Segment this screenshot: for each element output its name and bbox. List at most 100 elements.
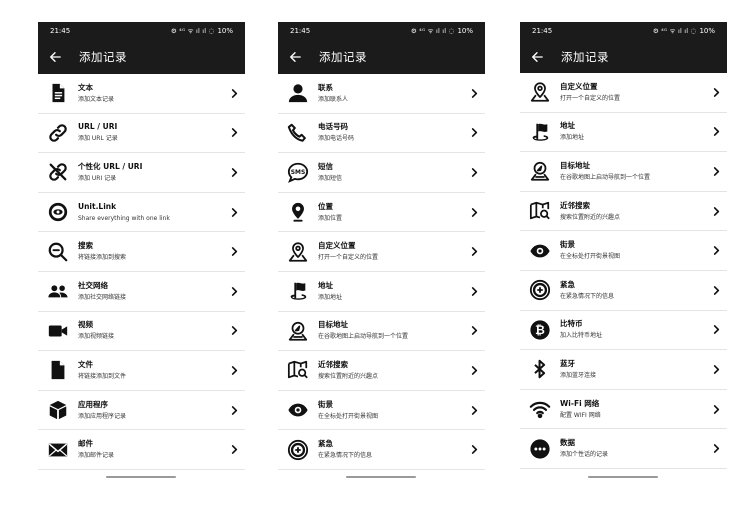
app-bar: 添加记录 xyxy=(520,39,727,74)
address-flag-icon xyxy=(278,280,318,302)
list-item-title: 比特币 xyxy=(560,319,583,329)
list-item[interactable]: 近邻搜索 搜索位置附近的兴趣点 xyxy=(278,351,485,391)
list-item-subtitle: 添加联系人 xyxy=(318,95,349,103)
list-item-text: 地址 添加地址 xyxy=(560,121,705,142)
list-item-text: 近邻搜索 搜索位置附近的兴趣点 xyxy=(318,360,463,381)
status-bar: 21:45 ⚙ ⁴ᴳ ᯤ ıl ıl ◌ 10% xyxy=(38,22,245,39)
list-item-text: 电话号码 添加电话号码 xyxy=(318,122,463,143)
chevron-right-icon xyxy=(223,326,245,336)
list-item[interactable]: 应用程序 添加应用程序记录 xyxy=(38,390,245,431)
street-view-icon xyxy=(278,399,318,421)
gesture-nav-bar[interactable] xyxy=(588,476,658,478)
list-item[interactable]: 数据 添加个性话的记录 xyxy=(520,429,727,469)
list-item-title: 个性化 URL / URI xyxy=(78,161,143,171)
record-type-list: 联系 添加联系人电话号码 添加电话号码 SMS 短信 添加短信 位置 添加位置自定义位置 打开一… xyxy=(278,74,485,470)
signal-icons: ⚙ ⁴ᴳ ᯤ ıl ıl ◌ xyxy=(652,27,697,35)
emergency-icon xyxy=(278,439,318,461)
list-item-subtitle: 配置 WIFI 网络 xyxy=(560,411,601,419)
list-item-text: 短信 添加短信 xyxy=(318,162,463,183)
chevron-right-icon xyxy=(223,405,245,415)
list-item[interactable]: 紧急 在紧急情况下的信息 xyxy=(278,430,485,470)
phone-screen-3: 21:45 ⚙ ⁴ᴳ ᯤ ıl ıl ◌ 10% 添加记录 自定义位置 打开一个自定义的位… xyxy=(520,22,727,480)
list-item-subtitle: 添加邮件记录 xyxy=(78,452,115,460)
back-arrow-icon[interactable] xyxy=(531,50,545,64)
list-item-subtitle: 在全标处打开街景视图 xyxy=(560,253,621,261)
list-item[interactable]: 个性化 URL / URI 添加 URI 记录 xyxy=(38,153,245,193)
record-type-list: 自定义位置 打开一个自定义的位置地址 添加地址目标地址 在谷歌地图上启动导航到一个位置… xyxy=(520,73,727,469)
list-item-subtitle: 添加 URI 记录 xyxy=(78,174,117,182)
list-item[interactable]: 自定义位置 打开一个自定义的位置 xyxy=(520,73,727,113)
nearby-search-icon xyxy=(520,200,560,222)
list-item-subtitle: 添加视频链接 xyxy=(78,333,115,341)
chevron-right-icon xyxy=(705,444,727,454)
list-item[interactable]: 文件将链接添加到文件 xyxy=(38,351,245,391)
list-item-text: 社交网络 添加社交网络链接 xyxy=(78,281,223,302)
list-item[interactable]: 自定义位置 打开一个自定义的位置 xyxy=(278,232,485,272)
link-off-icon xyxy=(38,161,78,183)
social-icon xyxy=(38,280,78,302)
nearby-search-icon xyxy=(278,359,318,381)
list-item-subtitle: 添加个性话的记录 xyxy=(560,451,609,459)
list-item[interactable]: 近邻搜索 搜索位置附近的兴趣点 xyxy=(520,191,727,232)
list-item-text: 文件将链接添加到文件 xyxy=(78,360,223,381)
list-item[interactable]: 文本 添加文本记录 xyxy=(38,74,245,114)
svg-text:₿: ₿ xyxy=(535,323,545,337)
gesture-nav-bar[interactable] xyxy=(106,476,176,478)
bitcoin-icon: ₿ xyxy=(520,319,560,341)
list-item[interactable]: URL / URI 添加 URL 记录 xyxy=(38,113,245,154)
list-item[interactable]: 社交网络 添加社交网络链接 xyxy=(38,271,245,312)
list-item[interactable]: ₿ 比特币 加入比特币地址 xyxy=(520,310,727,351)
list-item-text: 视频 添加视频链接 xyxy=(78,320,223,341)
list-item-title: Wi-Fi 网络 xyxy=(560,398,600,408)
gesture-nav-bar[interactable] xyxy=(346,476,416,478)
chevron-right-icon xyxy=(223,286,245,296)
battery-level: 10% xyxy=(217,26,233,35)
chevron-right-icon xyxy=(705,325,727,335)
chevron-right-icon xyxy=(463,247,485,257)
wifi-icon xyxy=(520,398,560,420)
list-item[interactable]: Wi-Fi 网络 配置 WIFI 网络 xyxy=(520,389,727,430)
list-item[interactable]: 街景 在全标处打开街景视图 xyxy=(278,390,485,431)
status-indicators: ⚙ ⁴ᴳ ᯤ ıl ıl ◌ 10% xyxy=(171,26,233,36)
list-item-subtitle: 在紧急情况下的信息 xyxy=(560,292,615,300)
page-title: 添加记录 xyxy=(319,49,367,64)
list-item[interactable]: 搜索 将链接添加到搜索 xyxy=(38,232,245,272)
list-item[interactable]: 地址 添加地址 xyxy=(520,112,727,153)
list-item[interactable]: 目标地址 在谷歌地图上启动导航到一个位置 xyxy=(278,311,485,352)
list-item-title: 位置 xyxy=(318,201,333,211)
back-arrow-icon[interactable] xyxy=(289,50,303,64)
list-item[interactable]: 电话号码 添加电话号码 xyxy=(278,113,485,154)
list-item-subtitle: 添加短信 xyxy=(318,174,343,182)
list-item[interactable]: 街景 在全标处打开街景视图 xyxy=(520,231,727,271)
list-item-subtitle: 将链接添加到文件 xyxy=(78,372,127,380)
list-item[interactable]: 邮件 添加邮件记录 xyxy=(38,430,245,470)
list-item-title: 文本 xyxy=(78,82,93,92)
list-item-title: 地址 xyxy=(560,121,575,131)
list-item[interactable]: 视频 添加视频链接 xyxy=(38,311,245,352)
chevron-right-icon xyxy=(705,167,727,176)
chevron-right-icon xyxy=(463,326,485,336)
list-item-text: 自定义位置 打开一个自定义的位置 xyxy=(318,241,463,262)
back-arrow-icon[interactable] xyxy=(49,50,63,64)
chevron-right-icon xyxy=(705,365,727,374)
list-item[interactable]: 地址 添加地址 xyxy=(278,271,485,312)
chevron-right-icon xyxy=(223,366,245,375)
list-item[interactable]: 目标地址 在谷歌地图上启动导航到一个位置 xyxy=(520,152,727,192)
list-item-subtitle: 添加社交网络链接 xyxy=(78,293,127,301)
list-item[interactable]: 位置 添加位置 xyxy=(278,192,485,233)
list-item[interactable]: SMS 短信 添加短信 xyxy=(278,153,485,193)
chevron-right-icon xyxy=(463,445,485,455)
list-item-title: 文件 xyxy=(78,359,93,369)
phone-screen-2: 21:45 ⚙ ⁴ᴳ ᯤ ıl ıl ◌ 10% 添加记录 联系 添加联系人 电话号码 添加电… xyxy=(278,22,485,480)
status-indicators: ⚙ ⁴ᴳ ᯤ ıl ıl ◌ 10% xyxy=(411,26,473,36)
list-item[interactable]: 紧急 在紧急情况下的信息 xyxy=(520,270,727,311)
list-item[interactable]: 联系 添加联系人 xyxy=(278,74,485,114)
chevron-right-icon xyxy=(705,127,727,137)
list-item-title: 近邻搜索 xyxy=(560,200,590,210)
list-item[interactable]: Unit.Link Share everything with one link xyxy=(38,192,245,233)
list-item[interactable]: 蓝牙 添加蓝牙连接 xyxy=(520,350,727,390)
unitlink-icon xyxy=(38,201,78,223)
list-item-text: 文本 添加文本记录 xyxy=(78,83,223,104)
list-item-text: 蓝牙 添加蓝牙连接 xyxy=(560,359,705,380)
page-title: 添加记录 xyxy=(561,49,609,64)
